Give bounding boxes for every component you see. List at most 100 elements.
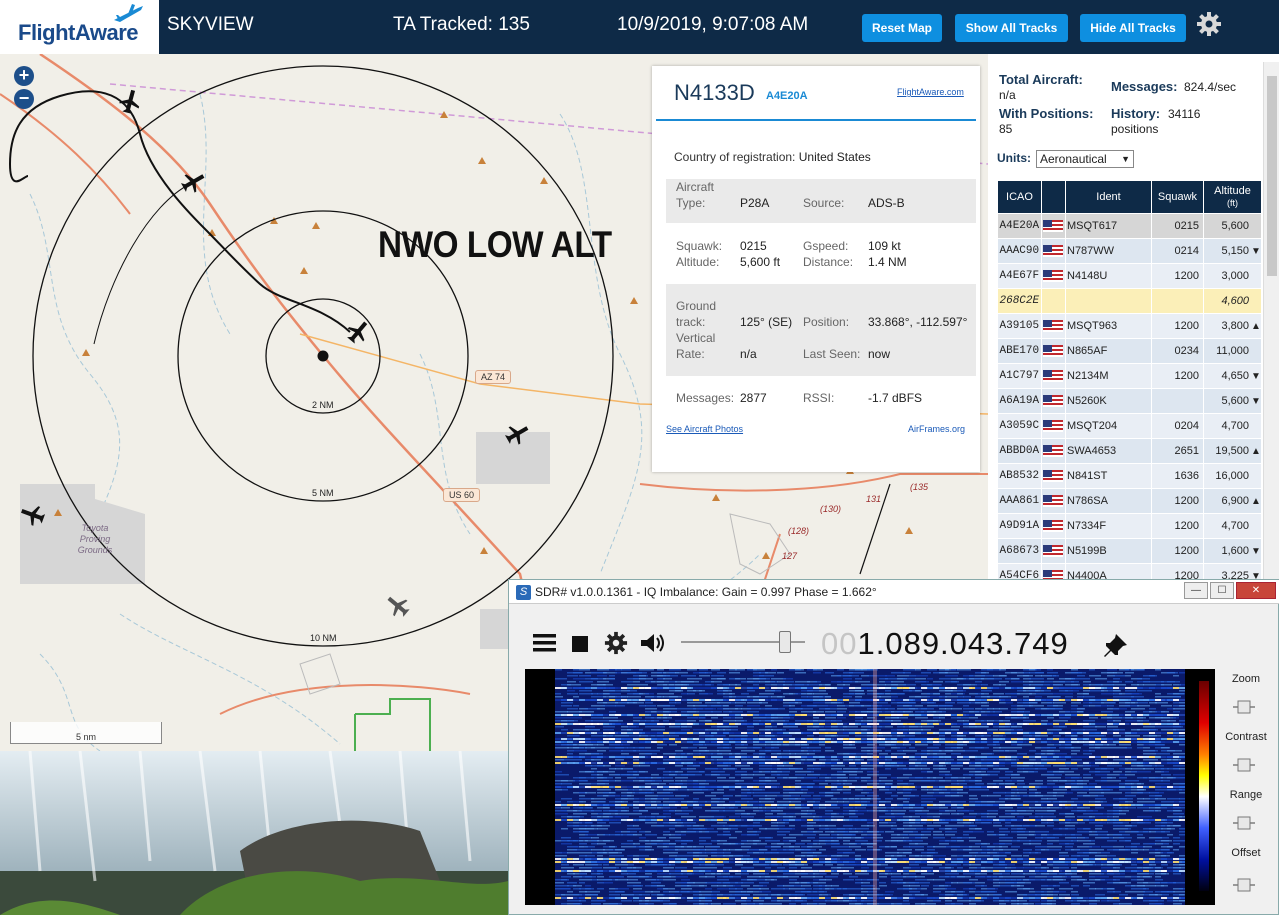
us-flag-icon [1043,220,1063,233]
table-row[interactable]: A68673 N5199B 1200 1,600 ▼ [997,538,1262,564]
table-row[interactable]: 268C2E 4,600 [997,288,1262,314]
contrast-slider[interactable] [1233,758,1255,772]
squawk-cell [1151,288,1204,314]
reset-map-button[interactable]: Reset Map [862,14,942,42]
show-all-tracks-button[interactable]: Show All Tracks [955,14,1068,42]
menu-icon[interactable] [532,632,558,654]
table-row[interactable]: AAAC90 N787WW 0214 5,150 ▼ [997,238,1262,264]
altitude-value: 5,150 [1221,245,1249,257]
flightaware-link[interactable]: FlightAware.com [897,87,964,97]
col-icao[interactable]: ICAO [997,180,1042,214]
messages-label: Messages: [676,391,735,405]
settings-gear-icon[interactable] [604,631,628,655]
us-flag-icon [1043,245,1063,258]
ident-cell: N7334F [1065,513,1152,539]
table-row[interactable]: A4E20A MSQT617 0215 5,600 [997,213,1262,239]
us-flag-icon [1043,370,1063,383]
flag-cell [1041,263,1066,289]
close-button[interactable]: ✕ [1236,582,1276,599]
table-row[interactable]: ABE170 N865AF 0234 11,000 [997,338,1262,364]
icao-cell: A1C797 [997,363,1042,389]
altitude-value: 5,600 [1221,395,1249,407]
icao-cell: ABE170 [997,338,1042,364]
gspeed-label: Gspeed: [803,239,849,253]
altitude-cell: 19,500 ▲ [1203,438,1262,464]
pin-icon[interactable] [1103,633,1129,657]
flag-cell [1041,413,1066,439]
table-scrollbar[interactable] [1263,62,1279,579]
altitude-trend-icon: ▲ [1251,496,1261,507]
stop-icon[interactable] [571,635,589,653]
source-value: ADS-B [868,196,905,210]
altitude-value: 3,225 [1221,570,1249,579]
aircraft-type-label: Aircraft [676,180,715,194]
col-altitude-label: Altitude [1214,185,1251,197]
hwy-label: (135 [910,482,929,492]
zoom-slider[interactable] [1233,700,1255,714]
altitude-value: 16,000 [1215,470,1249,482]
icao-cell: 268C2E [997,288,1042,314]
current-datetime: 10/9/2019, 9:07:08 AM [617,14,809,35]
info-band [666,284,976,376]
squawk-cell: 1200 [1151,538,1204,564]
total-aircraft-value: n/a [999,88,1016,102]
hwy-label: 127 [782,551,798,561]
hide-all-tracks-button[interactable]: Hide All Tracks [1080,14,1186,42]
zoom-out-button[interactable]: − [14,89,34,109]
ident-cell: N5260K [1065,388,1152,414]
country-of-registration: Country of registration: United States [674,150,871,164]
range-slider[interactable] [1233,816,1255,830]
airframes-link[interactable]: AirFrames.org [908,424,965,434]
flag-cell [1041,563,1066,579]
us-flag-icon [1043,570,1063,579]
messages-rate-value: 824.4/sec [1184,80,1237,94]
table-row[interactable]: A3059C MSQT204 0204 4,700 [997,413,1262,439]
settings-gear-icon[interactable] [1196,11,1222,37]
zoom-in-button[interactable]: + [14,66,34,86]
col-ident[interactable]: Ident [1065,180,1152,214]
flightaware-logo[interactable]: FlightAware [0,0,162,54]
col-squawk[interactable]: Squawk [1151,180,1204,214]
icao-cell: AB8532 [997,463,1042,489]
waterfall-spectrum [555,669,1185,905]
ident-cell: MSQT963 [1065,313,1152,339]
us-flag-icon [1043,495,1063,508]
col-altitude-unit: (ft) [1227,198,1238,208]
table-row[interactable]: A4E67F N4148U 1200 3,000 [997,263,1262,289]
frequency-display[interactable]: 001.089.043.749 [821,626,1069,662]
distance-value: 1.4 NM [868,255,907,269]
aircraft-photos-link[interactable]: See Aircraft Photos [666,424,743,434]
col-altitude[interactable]: Altitude (ft) [1203,180,1262,214]
table-row[interactable]: A6A19A N5260K 5,600 ▼ [997,388,1262,414]
zoom-label: Zoom [1231,673,1261,685]
speaker-icon[interactable] [639,632,667,654]
squawk-cell: 0214 [1151,238,1204,264]
units-select[interactable]: Aeronautical ▼ [1036,150,1134,168]
volume-slider-thumb[interactable] [779,631,791,653]
waterfall-display[interactable] [525,669,1215,905]
icao-cell: A9D91A [997,513,1042,539]
scrollbar-thumb[interactable] [1267,76,1277,276]
icao-cell: A3059C [997,413,1042,439]
table-row[interactable]: A1C797 N2134M 1200 4,650 ▼ [997,363,1262,389]
minimize-button[interactable]: — [1184,582,1208,599]
ident-cell: N787WW [1065,238,1152,264]
squawk-cell [1151,388,1204,414]
sdr-window: S SDR# v1.0.0.1361 - IQ Imbalance: Gain … [508,579,1279,915]
squawk-cell: 0215 [1151,213,1204,239]
altitude-trend-icon: ▼ [1251,571,1261,579]
maximize-button[interactable]: ☐ [1210,582,1234,599]
vertical-rate-label: Rate: [676,347,705,361]
offset-slider[interactable] [1233,878,1255,892]
table-row[interactable]: AB8532 N841ST 1636 16,000 [997,463,1262,489]
table-row[interactable]: AAA861 N786SA 1200 6,900 ▲ [997,488,1262,514]
table-row[interactable]: A54CF6 N4400A 1200 3,225 ▼ [997,563,1262,579]
gspeed-value: 109 kt [868,239,901,253]
table-row[interactable]: ABBD0A SWA4653 2651 19,500 ▲ [997,438,1262,464]
table-row[interactable]: A39105 MSQT963 1200 3,800 ▲ [997,313,1262,339]
sdr-title-bar[interactable]: S SDR# v1.0.0.1361 - IQ Imbalance: Gain … [509,580,1279,604]
table-row[interactable]: A9D91A N7334F 1200 4,700 [997,513,1262,539]
vertical-rate-label: Vertical [676,331,716,345]
with-positions-label: With Positions: [999,106,1094,121]
dropdown-arrow-icon: ▼ [1121,154,1130,164]
